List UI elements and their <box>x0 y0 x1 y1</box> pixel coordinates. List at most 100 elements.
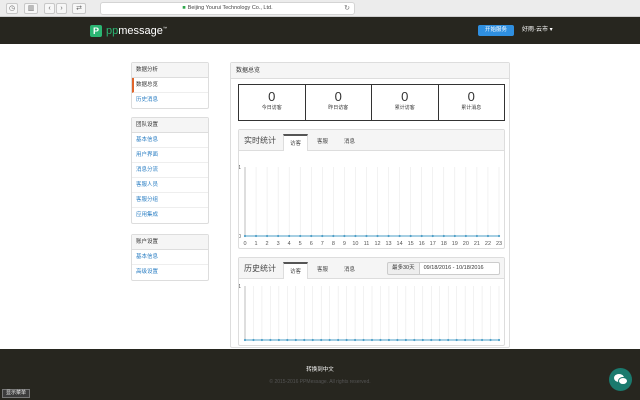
date-range-input[interactable]: 09/18/2016 - 10/18/2016 <box>419 262 500 275</box>
x-tick-label: 21 <box>474 241 480 247</box>
data-point[interactable] <box>442 234 445 238</box>
data-point[interactable] <box>353 338 357 342</box>
tab-agents[interactable]: 客服 <box>310 134 335 151</box>
data-point[interactable] <box>497 234 501 238</box>
data-point[interactable] <box>269 338 272 342</box>
tab-messages[interactable]: 消息 <box>337 262 362 279</box>
sidebar-item-service-groups[interactable]: 客服分组 <box>132 193 208 208</box>
data-point[interactable] <box>260 338 264 342</box>
data-point[interactable] <box>396 338 399 342</box>
data-point[interactable] <box>489 338 492 342</box>
data-point[interactable] <box>277 234 280 238</box>
realtime-stats-panel: 实时统计 访客 客服 消息 0 1 0 1 2 3 4 5 6 7 8 9 10 11 12 13 14 15 16… <box>238 129 505 249</box>
sidebar-section-title: 团队设置 <box>132 118 208 133</box>
x-tick-label: 23 <box>496 241 502 247</box>
data-point[interactable] <box>497 338 501 342</box>
sidebar-item-app-integration[interactable]: 应用集成 <box>132 208 208 223</box>
data-point[interactable] <box>243 234 247 238</box>
data-point[interactable] <box>438 338 441 342</box>
sidebar-item-overview[interactable]: 数据总览 <box>132 78 208 93</box>
data-point[interactable] <box>299 234 302 238</box>
back-icon[interactable]: ‹ <box>44 3 55 14</box>
chat-bubble-icon <box>614 374 628 385</box>
forward-icon[interactable]: › <box>56 3 67 14</box>
data-point[interactable] <box>362 338 365 342</box>
data-point[interactable] <box>370 338 374 342</box>
x-tick-label: 22 <box>485 241 491 247</box>
history-icon[interactable]: ◷ <box>6 3 18 14</box>
data-point[interactable] <box>431 234 434 238</box>
tab-messages[interactable]: 消息 <box>337 134 362 151</box>
data-point[interactable] <box>398 234 401 238</box>
data-point[interactable] <box>310 234 313 238</box>
data-point[interactable] <box>320 338 323 342</box>
data-point[interactable] <box>354 234 357 238</box>
data-point[interactable] <box>387 338 391 342</box>
data-point[interactable] <box>464 234 467 238</box>
user-menu[interactable]: 好雨·云市 ▾ <box>522 25 553 36</box>
data-point[interactable] <box>455 338 458 342</box>
tab-visitors[interactable]: 访客 <box>283 134 308 151</box>
data-point[interactable] <box>486 234 490 238</box>
date-range-picker[interactable]: 最多30天 09/18/2016 - 10/18/2016 <box>387 262 500 275</box>
data-point[interactable] <box>453 234 456 238</box>
reload-icon[interactable]: ↻ <box>344 3 350 14</box>
data-point[interactable] <box>430 338 433 342</box>
data-point[interactable] <box>288 234 291 238</box>
logo-text: ppmessage™ <box>106 24 167 37</box>
data-point[interactable] <box>464 338 467 342</box>
data-point[interactable] <box>328 338 331 342</box>
data-point[interactable] <box>265 234 269 238</box>
data-point[interactable] <box>387 234 390 238</box>
sidebar-item-history-messages[interactable]: 历史消息 <box>132 93 208 108</box>
data-point[interactable] <box>413 338 416 342</box>
data-point[interactable] <box>321 234 324 238</box>
x-tick-label: 9 <box>343 241 346 247</box>
data-point[interactable] <box>404 338 407 342</box>
data-point[interactable] <box>345 338 348 342</box>
sidebar-item-service-staff[interactable]: 客服人员 <box>132 178 208 193</box>
data-point[interactable] <box>332 234 335 238</box>
data-point[interactable] <box>421 338 424 342</box>
sidebar-item-message-routing[interactable]: 消息分流 <box>132 163 208 178</box>
address-bar[interactable]: ■ Beijing Yourui Technology Co., Ltd. ↻ <box>100 2 355 15</box>
footer: 转换到中文 © 2015-2016 PPMessage. All rights … <box>0 349 640 400</box>
data-point[interactable] <box>277 338 280 342</box>
data-point[interactable] <box>303 338 306 342</box>
x-tick-label: 5 <box>299 241 302 247</box>
data-point[interactable] <box>252 338 255 342</box>
data-point[interactable] <box>243 338 247 342</box>
sidebar-item-advanced-settings[interactable]: 高级设置 <box>132 265 208 280</box>
share-icon[interactable]: ⇄ <box>72 3 86 14</box>
data-point[interactable] <box>286 338 289 342</box>
data-point[interactable] <box>480 338 484 342</box>
x-tick-label: 1 <box>255 241 258 247</box>
data-point[interactable] <box>311 338 314 342</box>
sidebar-toggle-icon[interactable]: ▥ <box>24 3 38 14</box>
logo[interactable]: P ppmessage™ <box>90 23 167 38</box>
data-point[interactable] <box>294 338 297 342</box>
data-point[interactable] <box>365 234 368 238</box>
chat-widget-button[interactable] <box>609 368 632 391</box>
data-point[interactable] <box>447 338 450 342</box>
panel-header: 历史统计 访客 客服 消息 最多30天 09/18/2016 - 10/18/2… <box>239 258 504 279</box>
tab-agents[interactable]: 客服 <box>310 262 335 279</box>
show-menu-button[interactable]: 显示菜单 <box>2 389 31 398</box>
data-point[interactable] <box>337 338 340 342</box>
data-point[interactable] <box>409 234 412 238</box>
tab-visitors[interactable]: 访客 <box>283 262 308 279</box>
data-point[interactable] <box>254 234 258 238</box>
data-point[interactable] <box>379 338 382 342</box>
start-service-button[interactable]: 开始服务 <box>478 25 514 36</box>
data-point[interactable] <box>472 338 475 342</box>
data-point[interactable] <box>343 234 346 238</box>
sidebar-item-user-interface[interactable]: 用户界面 <box>132 148 208 163</box>
sidebar-item-account-basic-info[interactable]: 基本信息 <box>132 250 208 265</box>
stat-value: 0 <box>467 89 475 104</box>
data-point[interactable] <box>420 234 423 238</box>
data-point[interactable] <box>376 234 379 238</box>
stat-label: 累计消息 <box>461 105 482 111</box>
sidebar-item-team-basic-info[interactable]: 基本信息 <box>132 133 208 148</box>
data-point[interactable] <box>475 234 479 238</box>
switch-language-link[interactable]: 转换到中文 <box>0 366 640 374</box>
